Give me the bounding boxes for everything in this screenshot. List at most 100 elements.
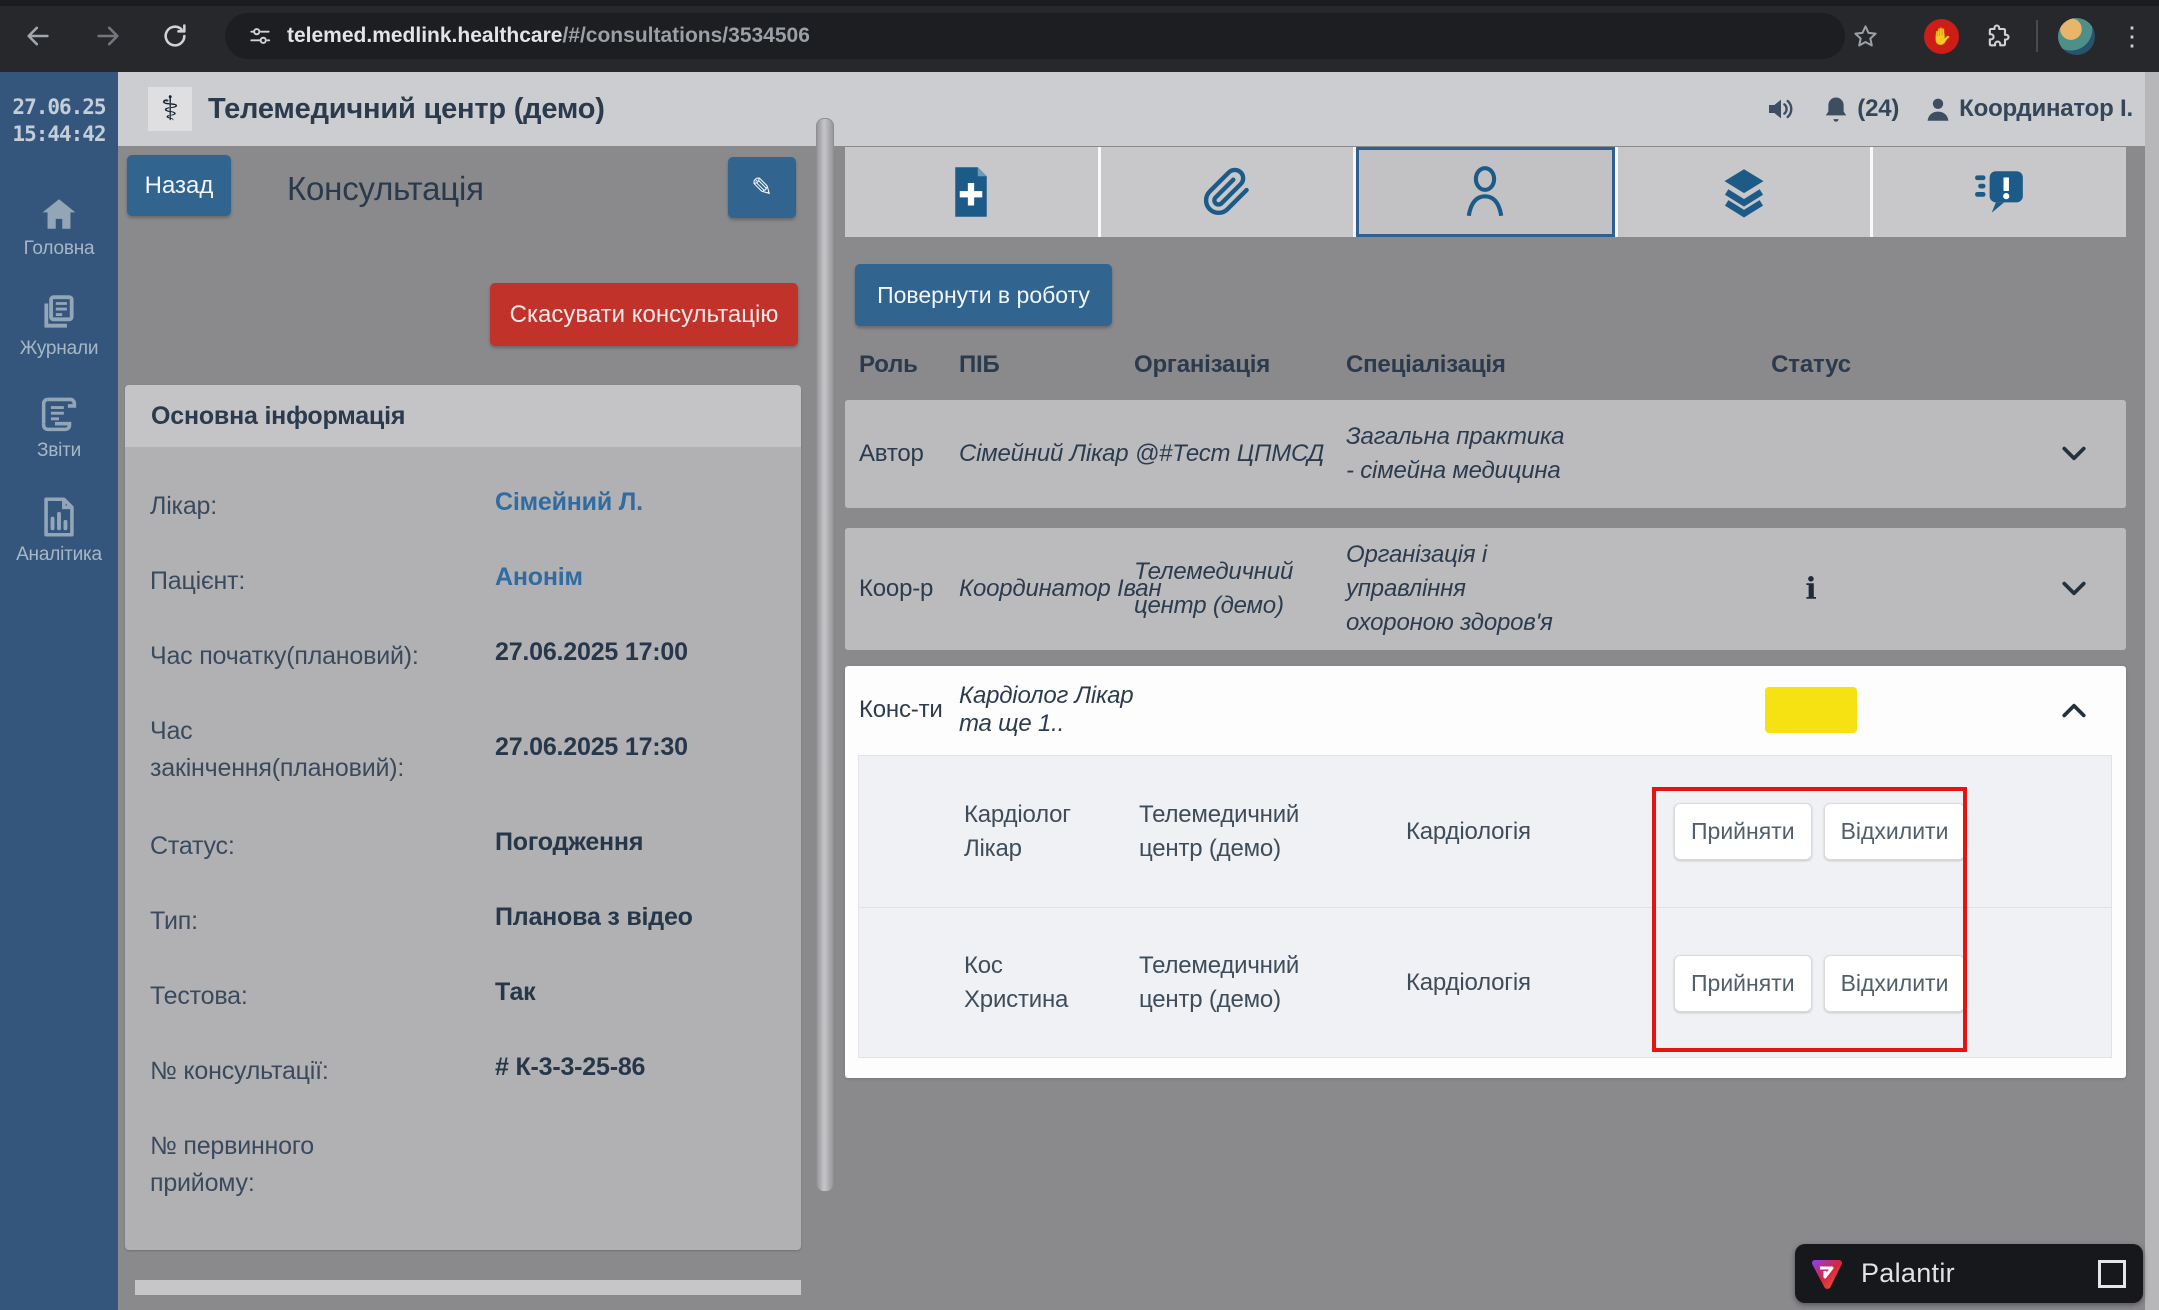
cell-name: Координатор Іван	[959, 575, 1134, 603]
user-icon	[1925, 96, 1951, 122]
field-status: Статус: Погодження	[150, 828, 790, 865]
field-start-time: Час початку(плановий): 27.06.2025 17:00	[150, 638, 790, 675]
user-name: Координатор І.	[1959, 95, 2133, 123]
cell-spec: Кардіологія	[1406, 815, 1674, 849]
adblock-extension-button[interactable]: ✋	[1924, 19, 1959, 54]
field-end-time: Час закінчення(плановий): 27.06.2025 17:…	[150, 713, 790, 787]
url-bar[interactable]: telemed.medlink.healthcare/#/consultatio…	[225, 13, 1845, 59]
consultant-name-line2: та ще 1..	[959, 710, 1134, 738]
cell-role: Конс-ти	[859, 696, 959, 724]
sidebar-item-label: Аналітика	[0, 544, 118, 566]
sidebar-item-home[interactable]: Головна	[0, 196, 118, 260]
field-value-link[interactable]: Сімейний Л.	[495, 488, 643, 517]
person-icon	[1459, 163, 1511, 221]
chrome-divider	[2036, 20, 2038, 52]
palantir-widget[interactable]: Palantir	[1795, 1244, 2143, 1303]
reload-icon	[161, 22, 189, 50]
sidebar-item-journals[interactable]: Журнали	[0, 294, 118, 360]
collapse-chevron[interactable]	[2021, 701, 2126, 719]
star-icon	[1852, 23, 1879, 50]
next-section-stub[interactable]	[135, 1280, 801, 1295]
site-settings-icon[interactable]	[247, 23, 273, 49]
sidebar: 27.06.25 15:44:42 Головна Журнали Звіти …	[0, 72, 118, 1310]
field-label: № первинного прийому:	[150, 1128, 375, 1202]
field-label: Час початку(плановий):	[150, 638, 498, 675]
cell-spec: Кардіологія	[1406, 966, 1674, 1000]
main-info-card-header[interactable]: Основна інформація	[125, 385, 801, 447]
sidebar-item-reports[interactable]: Звіти	[0, 394, 118, 462]
user-menu[interactable]: Координатор І.	[1925, 95, 2133, 123]
field-consultation-number: № консультації: # К-3-3-25-86	[150, 1053, 790, 1090]
field-label: Лікар:	[150, 488, 498, 525]
bookmark-star-button[interactable]	[1845, 16, 1885, 56]
field-patient: Пацієнт: Анонім	[150, 563, 790, 600]
extensions-button[interactable]	[1978, 16, 2018, 56]
sidebar-item-analytics[interactable]: Аналітика	[0, 496, 118, 566]
sidebar-item-label: Журнали	[0, 338, 118, 360]
tab-medical-record[interactable]	[845, 147, 1098, 237]
expand-chevron[interactable]	[2021, 445, 2126, 463]
cell-status	[1601, 687, 2021, 733]
tab-attachments[interactable]	[1101, 147, 1354, 237]
puzzle-icon	[1984, 22, 2012, 50]
browser-profile-avatar[interactable]	[2058, 18, 2095, 55]
tab-chat-alerts[interactable]	[1873, 147, 2126, 237]
field-value-link[interactable]: Анонім	[495, 563, 583, 592]
app-root: telemed.medlink.healthcare/#/consultatio…	[0, 0, 2159, 1310]
page-scrollbar[interactable]	[2145, 72, 2159, 1310]
cell-name: Кардіолог Лікар та ще 1..	[959, 682, 1134, 738]
participant-row-author[interactable]: Автор Сімейний Лікар @#Тест ЦПМСД Загаль…	[845, 400, 2126, 508]
speaker-icon[interactable]	[1765, 95, 1797, 123]
cell-org: Телемедичний центр (демо)	[1139, 798, 1349, 866]
info-icon[interactable]: i	[1805, 572, 1816, 607]
field-label: Тип:	[150, 903, 498, 940]
app-title: Телемедичний центр (демо)	[208, 93, 605, 126]
field-value: 27.06.2025 17:00	[495, 638, 688, 667]
chat-alert-icon	[1973, 167, 2027, 217]
back-button[interactable]: Назад	[127, 155, 231, 216]
annotation-highlight-box	[1652, 787, 1967, 1052]
consultants-summary-row[interactable]: Конс-ти Кардіолог Лікар та ще 1..	[845, 666, 2126, 754]
col-status: Статус	[1601, 351, 2021, 379]
field-type: Тип: Планова з відео	[150, 903, 790, 940]
consultant-name-line1: Кардіолог Лікар	[959, 682, 1134, 710]
cell-name: Кардіолог Лікар	[964, 798, 1104, 866]
notifications[interactable]: (24)	[1823, 95, 1899, 123]
field-label: Пацієнт:	[150, 563, 498, 600]
field-value: Так	[495, 978, 535, 1007]
field-value: Планова з відео	[495, 903, 693, 932]
field-primary-visit-number: № первинного прийому:	[150, 1128, 790, 1202]
url-domain: telemed.medlink.healthcare	[287, 24, 562, 47]
palantir-label: Palantir	[1861, 1258, 1955, 1289]
browser-reload-button[interactable]	[155, 16, 195, 56]
cell-spec: Організація і управління охороною здоров…	[1346, 538, 1566, 640]
browser-back-button[interactable]	[18, 16, 58, 56]
journals-icon	[39, 294, 79, 332]
tab-participants[interactable]	[1356, 147, 1615, 237]
chevron-up-icon	[2061, 701, 2087, 719]
expand-chevron[interactable]	[2021, 580, 2126, 598]
caduceus-glyph: ⚕	[161, 92, 179, 126]
left-panel-scrollbar[interactable]	[816, 118, 834, 1192]
url-text[interactable]: telemed.medlink.healthcare/#/consultatio…	[287, 24, 810, 48]
col-role: Роль	[859, 351, 959, 379]
sidebar-clock: 27.06.25 15:44:42	[0, 94, 118, 148]
participant-row-coordinator[interactable]: Коор-р Координатор Іван Телемедичний цен…	[845, 528, 2126, 650]
browser-menu-button[interactable]: ⋮	[2112, 16, 2152, 56]
cell-role: Автор	[859, 440, 959, 468]
field-value: Погодження	[495, 828, 643, 857]
field-label: Тестова:	[150, 978, 498, 1015]
return-to-work-button[interactable]: Повернути в роботу	[855, 264, 1112, 326]
tab-layers[interactable]	[1618, 147, 1871, 237]
edit-button[interactable]: ✎	[728, 157, 796, 218]
cell-org: Телемедичний центр (демо)	[1134, 555, 1344, 623]
participants-table-header: Роль ПІБ Організація Спеціалізація Стату…	[845, 345, 2126, 385]
field-value: 27.06.2025 17:30	[495, 733, 688, 762]
sidebar-item-label: Звіти	[0, 440, 118, 462]
cancel-consultation-button[interactable]: Скасувати консультацію	[490, 283, 798, 346]
clock-time: 15:44:42	[0, 121, 118, 148]
cell-spec: Загальна практика - сімейна медицина	[1346, 420, 1566, 488]
maximize-icon[interactable]	[2098, 1260, 2126, 1288]
browser-forward-button[interactable]	[88, 16, 128, 56]
kebab-menu-icon: ⋮	[2119, 21, 2145, 52]
